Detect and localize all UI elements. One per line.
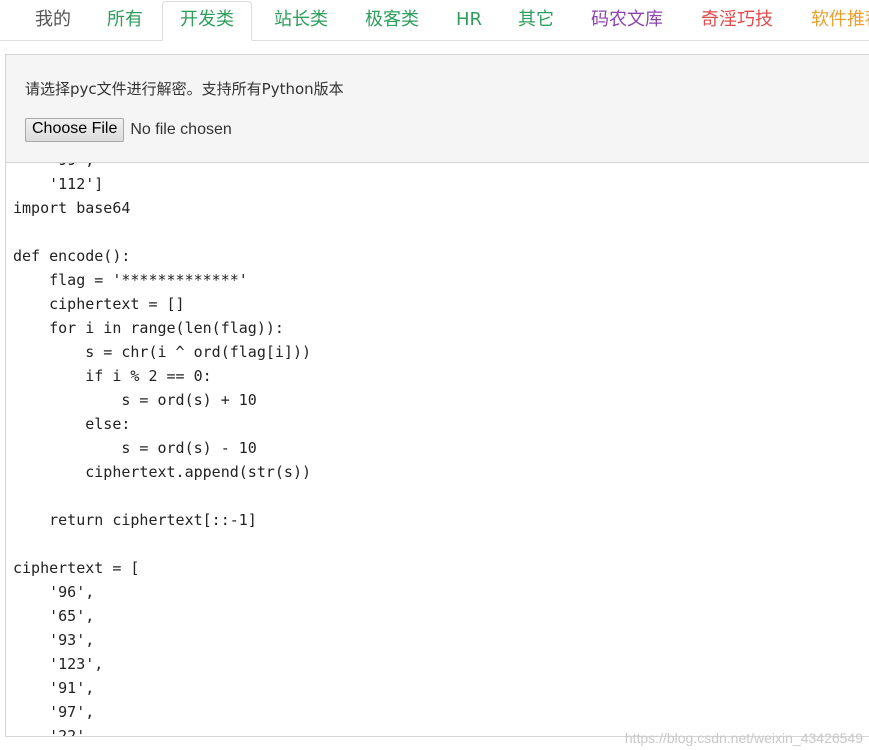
code-line: '22', xyxy=(13,727,95,737)
code-line: '91', xyxy=(13,679,95,697)
code-line: '99', xyxy=(13,163,311,172)
code-lines: '99', '112'] import base64 def encode(): f… xyxy=(13,163,312,737)
code-line: ciphertext = [ xyxy=(13,559,140,577)
code-line: '65', xyxy=(13,607,95,625)
code-line: '96', xyxy=(13,583,95,601)
code-line: flag = '*************' xyxy=(13,271,248,289)
tab-all[interactable]: 所有 xyxy=(95,2,155,41)
tab-mine[interactable]: 我的 xyxy=(23,2,83,41)
code-line: s = ord(s) + 10 xyxy=(13,391,257,409)
decompiled-code-output[interactable]: '99', '112'] import base64 def encode(): f… xyxy=(5,163,869,737)
code-line: return ciphertext[::-1] xyxy=(13,511,257,529)
code-line: s = ord(s) - 10 xyxy=(13,439,257,457)
code-line: for i in range(len(flag)): xyxy=(13,319,284,337)
code-line: '112'] xyxy=(13,175,104,193)
code-line: '97', xyxy=(13,703,95,721)
tab-webmaster[interactable]: 站长类 xyxy=(262,2,340,41)
code-line: ciphertext.append(str(s)) xyxy=(13,463,312,481)
code-line: '123', xyxy=(13,655,104,673)
code-line: import base64 xyxy=(13,199,131,217)
watermark: https://blog.csdn.net/weixin_43426549 xyxy=(624,730,863,746)
code-line: else: xyxy=(13,415,131,433)
file-input[interactable]: Choose File No file chosen xyxy=(25,118,232,142)
tab-geek[interactable]: 极客类 xyxy=(353,2,431,41)
category-tabs: 我的 所有 开发类 站长类 极客类 HR 其它 码农文库 奇淫巧技 软件推荐 xyxy=(0,0,869,41)
page: 我的 所有 开发类 站长类 极客类 HR 其它 码农文库 奇淫巧技 软件推荐 请… xyxy=(0,0,869,750)
file-status: No file chosen xyxy=(130,121,232,138)
tab-hr[interactable]: HR xyxy=(444,2,494,41)
tab-other[interactable]: 其它 xyxy=(506,2,566,41)
upload-panel: 请选择pyc文件进行解密。支持所有Python版本 Choose File No … xyxy=(5,54,869,163)
code-line: def encode(): xyxy=(13,247,131,265)
upload-description: 请选择pyc文件进行解密。支持所有Python版本 xyxy=(25,80,344,98)
tab-development[interactable]: 开发类 xyxy=(162,1,252,41)
code-line: if i % 2 == 0: xyxy=(13,367,212,385)
code-line: ciphertext = [] xyxy=(13,295,185,313)
tab-coder-library[interactable]: 码农文库 xyxy=(579,2,675,41)
tab-software-recommend[interactable]: 软件推荐 xyxy=(799,2,869,41)
tab-tips-tricks[interactable]: 奇淫巧技 xyxy=(689,2,785,41)
code-line: s = chr(i ^ ord(flag[i])) xyxy=(13,343,312,361)
code-line: '93', xyxy=(13,631,95,649)
choose-file-button[interactable]: Choose File xyxy=(25,118,125,142)
